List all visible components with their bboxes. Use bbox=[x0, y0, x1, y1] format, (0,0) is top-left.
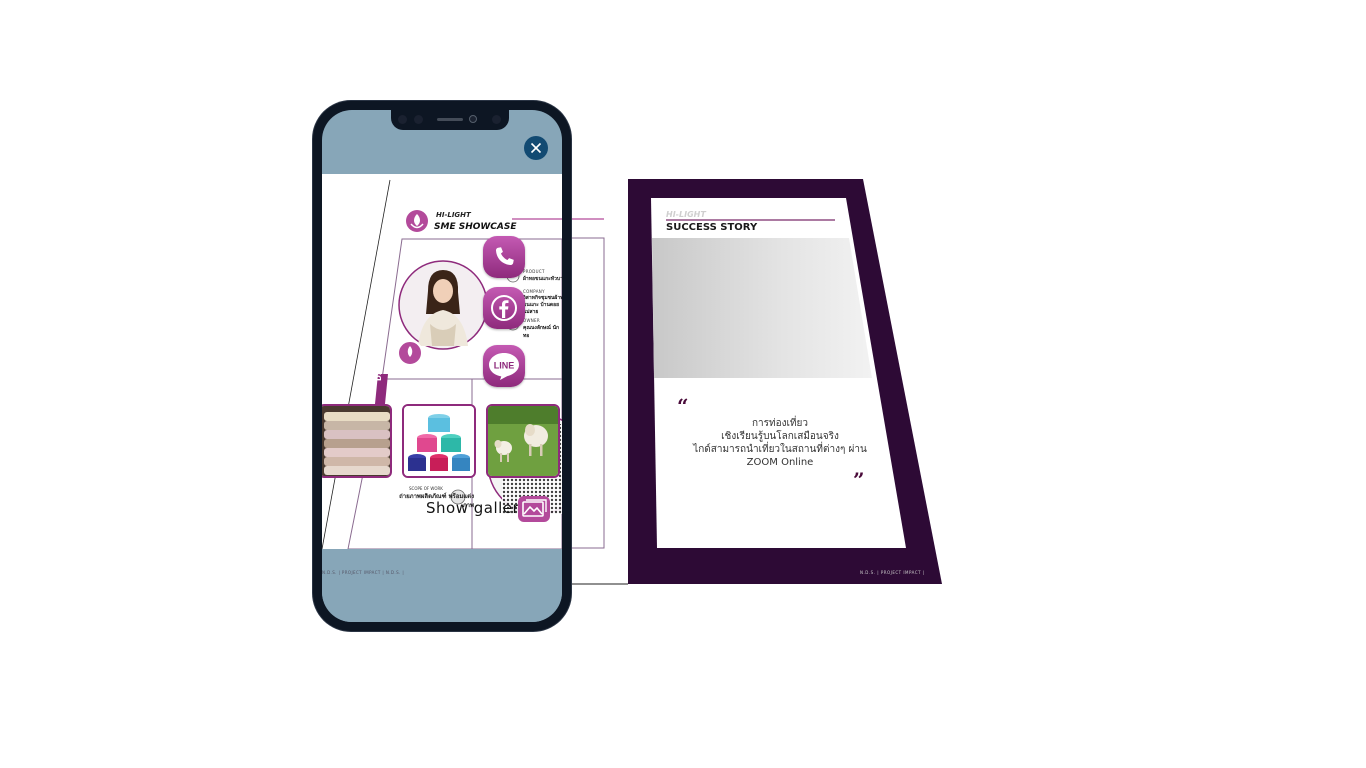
sme-title: SME SHOWCASE bbox=[434, 222, 517, 232]
gallery-thumb-scarves[interactable] bbox=[322, 404, 392, 478]
sensor-dot bbox=[492, 115, 501, 124]
success-story-title: SUCCESS STORY bbox=[666, 222, 758, 233]
show-gallery-button[interactable]: Show gallery bbox=[426, 499, 529, 517]
call-button[interactable] bbox=[483, 236, 525, 278]
success-story-quote: การท่องเที่ยว เชิงเรียนรู้บนโลกเสมือนจริ… bbox=[690, 417, 870, 469]
product-label: PRODUCT bbox=[523, 269, 545, 274]
right-magazine-page bbox=[628, 179, 942, 584]
company-label: COMPANY bbox=[523, 289, 545, 294]
quote-line: ZOOM Online bbox=[746, 457, 814, 468]
owner-label: OWNER bbox=[523, 318, 540, 323]
sme-footer: N.D.S. | PROJECT IMPACT | N.D.S. | bbox=[322, 570, 405, 575]
sme-kicker: HI-LIGHT bbox=[436, 211, 471, 219]
scope-label: SCOPE OF WORK bbox=[409, 486, 443, 491]
line-icon-label: LINE bbox=[494, 361, 515, 371]
close-icon bbox=[530, 142, 542, 154]
line-icon: LINE bbox=[489, 353, 519, 380]
sheep-image bbox=[488, 406, 558, 476]
story-image-placeholder bbox=[652, 238, 872, 378]
company-value: วิสาหกิจชุมชนผ้าทอขนแกะ บ้านดอย แม่สาย bbox=[523, 295, 562, 315]
success-story-footer: N.D.S. | PROJECT IMPACT | bbox=[860, 570, 925, 575]
product-value: ผ้าทอขนแกะหัวบาน bbox=[523, 276, 562, 282]
phone-notch bbox=[391, 110, 509, 130]
quote-line: การท่องเที่ยว bbox=[751, 418, 808, 429]
quote-open-mark: “ bbox=[677, 394, 689, 418]
dsp-tab-label: DSP bbox=[375, 365, 383, 381]
phone-bottom-area: N.D.S. | PROJECT IMPACT | N.D.S. | bbox=[322, 549, 562, 622]
camera-lens bbox=[469, 115, 477, 123]
sensor-dot bbox=[398, 115, 407, 124]
quote-line: ไกด์สามารถนำเที่ยวในสถานที่ต่างๆ ผ่าน bbox=[693, 444, 867, 455]
line-button[interactable]: LINE bbox=[483, 345, 525, 387]
facebook-icon bbox=[491, 295, 517, 321]
sme-showcase-page: HI-LIGHT SME SHOWCASE DSP PRODUCT ผ้าทอข… bbox=[322, 174, 562, 549]
gallery-icon[interactable] bbox=[517, 495, 551, 523]
phone-frame: HI-LIGHT SME SHOWCASE DSP PRODUCT ผ้าทอข… bbox=[313, 101, 571, 631]
success-story-kicker: HI-LIGHT bbox=[666, 210, 706, 219]
quote-close-mark: ” bbox=[853, 468, 865, 492]
folded-scarves-image bbox=[322, 406, 390, 476]
quote-line: เชิงเรียนรู้บนโลกเสมือนจริง bbox=[721, 431, 839, 442]
sensor-dot bbox=[414, 115, 423, 124]
owner-value: คุณนงลักษณ์ นักทอ bbox=[523, 325, 560, 339]
speaker-grille bbox=[437, 118, 463, 121]
yarn-spools-image bbox=[404, 406, 474, 476]
facebook-button[interactable] bbox=[483, 287, 525, 329]
close-button[interactable] bbox=[524, 136, 548, 160]
gallery-thumb-yarn[interactable] bbox=[402, 404, 476, 478]
phone-icon bbox=[495, 247, 514, 266]
gallery-thumb-sheep[interactable] bbox=[486, 404, 560, 478]
phone-screen: HI-LIGHT SME SHOWCASE DSP PRODUCT ผ้าทอข… bbox=[322, 110, 562, 622]
